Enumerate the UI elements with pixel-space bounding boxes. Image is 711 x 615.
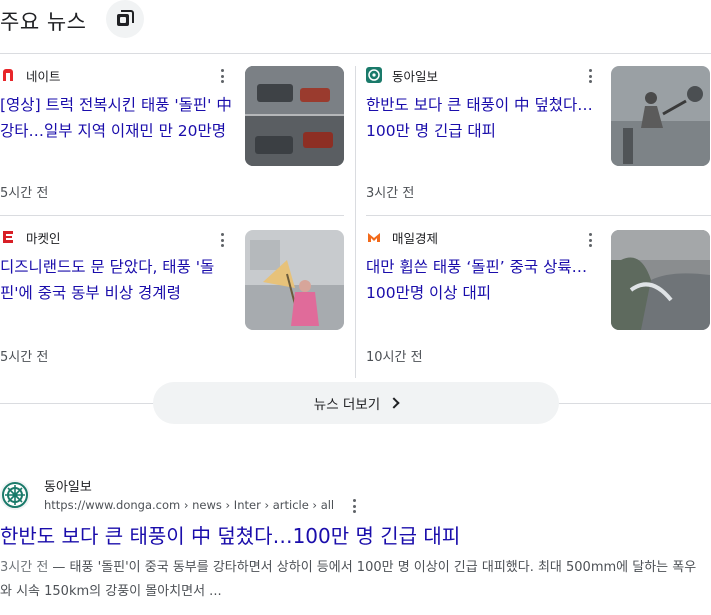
nate-logo-icon bbox=[0, 67, 16, 83]
donga-site-icon bbox=[0, 480, 30, 510]
more-options-icon[interactable] bbox=[582, 231, 598, 249]
card-thumbnail[interactable] bbox=[611, 230, 710, 330]
result-snippet-text: — 태풍 '돌핀'이 중국 동부를 강타하면서 상하이 등에서 100만 명 이… bbox=[0, 560, 697, 599]
source-name: 동아일보 bbox=[392, 68, 439, 84]
card-source[interactable]: 네이트 bbox=[0, 66, 61, 84]
news-card[interactable]: 네이트 [영상] 트럭 전복시킨 태풍 '돌핀' 中 강타…일부 지역 이재민 … bbox=[0, 54, 345, 204]
card-source[interactable]: 마켓인 bbox=[0, 228, 61, 246]
more-options-icon[interactable] bbox=[351, 498, 357, 514]
stack-icon bbox=[117, 10, 134, 26]
card-source[interactable]: 동아일보 bbox=[366, 66, 438, 84]
section-title: 주요 뉴스 bbox=[0, 10, 87, 34]
card-time: 5시간 전 bbox=[0, 350, 49, 365]
card-source[interactable]: 매일경제 bbox=[366, 228, 438, 246]
result-url[interactable]: https://www.donga.com › news › Inter › a… bbox=[44, 498, 334, 512]
source-name: 마켓인 bbox=[26, 230, 61, 246]
more-options-icon[interactable] bbox=[214, 231, 230, 249]
source-name: 네이트 bbox=[26, 68, 61, 84]
marketin-logo-icon bbox=[0, 229, 16, 245]
news-card[interactable]: 마켓인 디즈니랜드도 문 닫았다, 태풍 '돌핀'에 중국 동부 비상 경계령 … bbox=[0, 218, 345, 368]
news-stack-button[interactable] bbox=[106, 0, 144, 38]
maeil-logo-icon bbox=[366, 229, 382, 245]
more-news-button[interactable]: 뉴스 더보기 bbox=[153, 382, 559, 424]
chevron-right-icon bbox=[388, 397, 400, 409]
row-divider bbox=[366, 215, 711, 216]
card-thumbnail[interactable] bbox=[245, 66, 344, 166]
row-divider bbox=[0, 215, 344, 216]
top-news-header: 주요 뉴스 bbox=[0, 0, 711, 40]
donga-logo-icon bbox=[366, 67, 382, 83]
card-thumbnail[interactable] bbox=[245, 230, 344, 330]
card-time: 10시간 전 bbox=[366, 350, 423, 365]
news-card[interactable]: 매일경제 대만 휩쓴 태풍 ‘돌핀’ 중국 상륙…100만명 이상 대피 10시… bbox=[366, 218, 711, 368]
card-headline[interactable]: 대만 휩쓴 태풍 ‘돌핀’ 중국 상륙…100만명 이상 대피 bbox=[366, 254, 596, 306]
card-headline[interactable]: 디즈니랜드도 문 닫았다, 태풍 '돌핀'에 중국 동부 비상 경계령 bbox=[0, 254, 236, 306]
more-options-icon[interactable] bbox=[214, 67, 230, 85]
card-headline[interactable]: [영상] 트럭 전복시킨 태풍 '돌핀' 中 강타…일부 지역 이재민 만 20… bbox=[0, 92, 236, 144]
column-divider bbox=[355, 66, 356, 378]
card-time: 5시간 전 bbox=[0, 186, 49, 201]
result-time: 3시간 전 bbox=[0, 560, 49, 575]
source-name: 매일경제 bbox=[392, 230, 439, 246]
result-site-name[interactable]: 동아일보 bbox=[44, 476, 92, 495]
card-thumbnail[interactable] bbox=[611, 66, 710, 166]
card-headline[interactable]: 한반도 보다 큰 태풍이 中 덮쳤다…100만 명 긴급 대피 bbox=[366, 92, 596, 144]
result-title-link[interactable]: 한반도 보다 큰 태풍이 中 덮쳤다…100만 명 긴급 대피 bbox=[0, 520, 460, 549]
card-time: 3시간 전 bbox=[366, 186, 415, 201]
result-snippet: 3시간 전 — 태풍 '돌핀'이 중국 동부를 강타하면서 상하이 등에서 10… bbox=[0, 556, 705, 604]
more-options-icon[interactable] bbox=[582, 67, 598, 85]
news-card[interactable]: 동아일보 한반도 보다 큰 태풍이 中 덮쳤다…100만 명 긴급 대피 3시간… bbox=[366, 54, 711, 204]
more-news-label: 뉴스 더보기 bbox=[313, 397, 381, 413]
